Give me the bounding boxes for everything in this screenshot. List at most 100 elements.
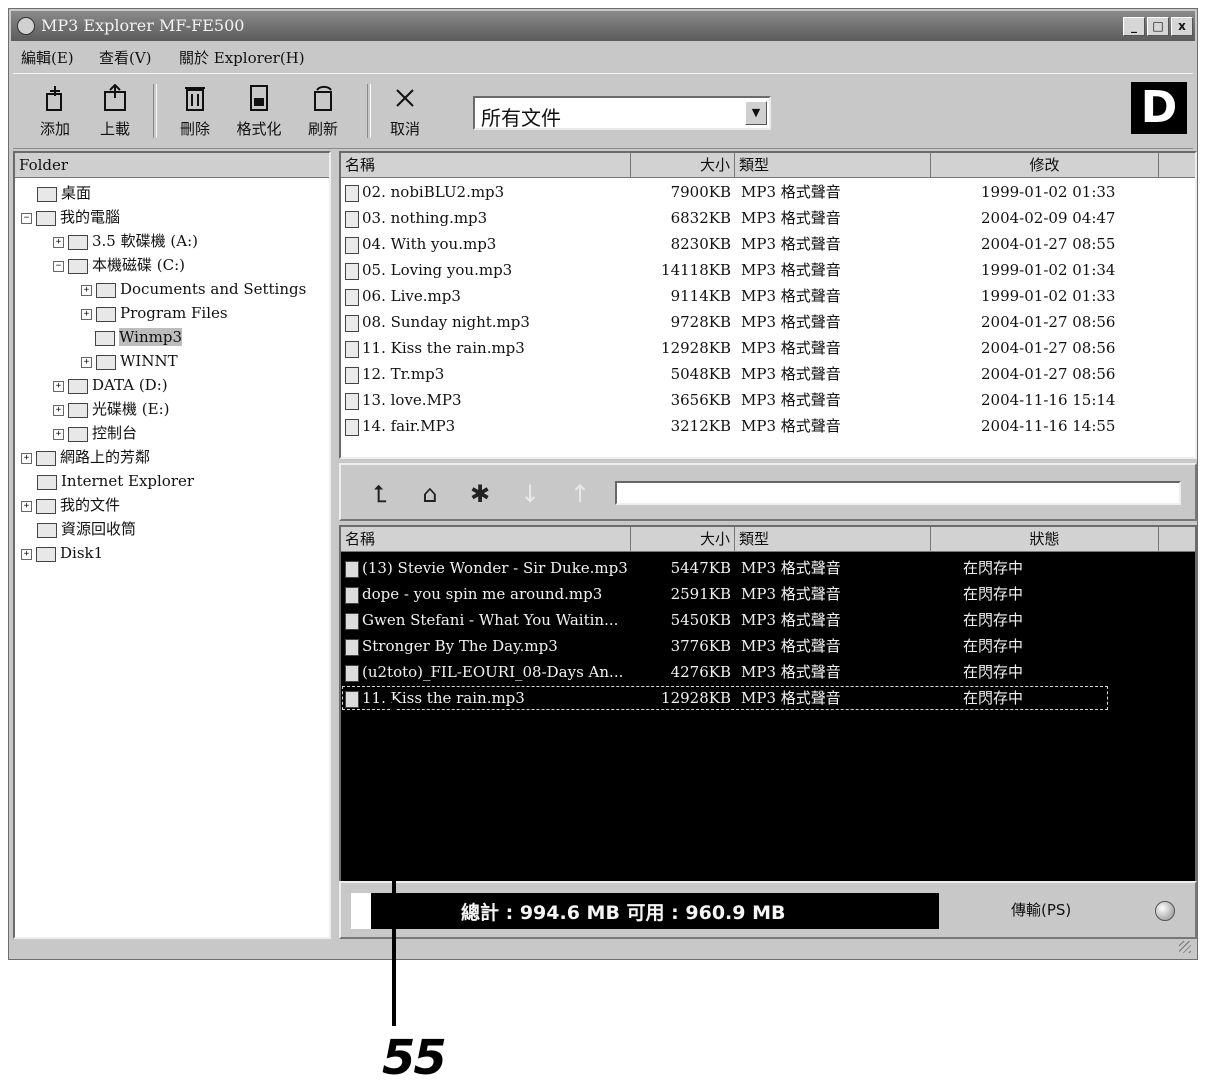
- table-row[interactable]: 14. fair.MP3 3212KB MP3 格式聲音 2004-11-16 14:…: [341, 413, 1195, 439]
- tree-node-winnt[interactable]: + WINNT: [81, 349, 178, 373]
- file-name-cell: 12. Tr.mp3: [345, 361, 444, 387]
- expand-toggle[interactable]: +: [21, 500, 32, 512]
- col-type-header[interactable]: 類型: [735, 527, 931, 551]
- status-bar: 總計 : 994.6 MB 可用 : 960.9 MB 傳輸(PS): [339, 881, 1197, 939]
- file-name-cell: (u2toto)_FIL-EOURI_08-Days An...: [345, 659, 623, 685]
- col-name-header[interactable]: 名稱: [341, 527, 631, 551]
- cancel-icon: [396, 89, 414, 107]
- collapse-toggle[interactable]: −: [53, 260, 64, 272]
- table-row[interactable]: 03. nothing.mp3 6832KB MP3 格式聲音 2004-02-09 …: [341, 205, 1195, 231]
- file-name-cell: Stronger By The Day.mp3: [345, 633, 558, 659]
- transfer-button[interactable]: 傳輸(PS): [1011, 899, 1071, 920]
- close-button[interactable]: x: [1171, 17, 1193, 36]
- tree-node-recycle-bin[interactable]: 資源回收筒: [37, 517, 136, 541]
- tree-node-control-panel[interactable]: + 控制台: [53, 421, 137, 445]
- music-file-icon: [345, 184, 359, 202]
- music-file-icon: [345, 664, 359, 682]
- up-folder-icon[interactable]: ⮤: [363, 479, 397, 509]
- tree-node-winmp3[interactable]: Winmp3: [95, 325, 182, 349]
- file-date-cell: 2004-11-16 15:14: [981, 391, 1116, 409]
- tree-node-disk1[interactable]: + Disk1: [21, 541, 103, 565]
- expand-toggle[interactable]: +: [81, 284, 92, 296]
- file-name-cell: 13. love.MP3: [345, 387, 462, 413]
- col-status-header[interactable]: 狀態: [931, 527, 1159, 551]
- collapse-toggle[interactable]: −: [21, 212, 32, 224]
- expand-toggle[interactable]: +: [21, 548, 32, 560]
- tree-node-floppy[interactable]: +3.5 軟碟機 (A:): [53, 229, 198, 253]
- minimize-button[interactable]: _: [1123, 17, 1145, 36]
- refresh-button[interactable]: 刷新: [295, 80, 351, 142]
- expand-toggle[interactable]: +: [53, 404, 64, 416]
- tree-node-my-documents[interactable]: + 我的文件: [21, 493, 120, 517]
- table-row[interactable]: Stronger By The Day.mp3 3776KB MP3 格式聲音 在閃存…: [341, 633, 1195, 659]
- delete-icon: [185, 87, 205, 111]
- tree-node-drive-c[interactable]: − 本機磁碟 (C:): [53, 253, 185, 277]
- table-row[interactable]: (13) Stevie Wonder - Sir Duke.mp3 5447KB M…: [341, 555, 1195, 581]
- format-button[interactable]: 格式化: [231, 80, 287, 142]
- col-name-header[interactable]: 名稱: [341, 153, 631, 177]
- file-date-cell: 2004-01-27 08:56: [981, 365, 1116, 383]
- table-row[interactable]: 04. With you.mp3 8230KB MP3 格式聲音 2004-01-27…: [341, 231, 1195, 257]
- col-type-header[interactable]: 類型: [735, 153, 931, 177]
- file-filter-select[interactable]: 所有文件 ▼: [473, 96, 771, 130]
- menu-edit[interactable]: 編輯(E): [21, 47, 74, 68]
- tree-node-cdrom[interactable]: + 光碟機 (E:): [53, 397, 169, 421]
- table-row[interactable]: Gwen Stefani - What You Waitin... 5450KB M…: [341, 607, 1195, 633]
- table-row[interactable]: (u2toto)_FIL-EOURI_08-Days An... 4276KB MP…: [341, 659, 1195, 685]
- file-size-cell: 3776KB: [670, 637, 731, 655]
- tree-node-internet-explorer[interactable]: Internet Explorer: [37, 469, 194, 493]
- col-size-header[interactable]: 大小: [631, 527, 735, 551]
- file-name-cell: 14. fair.MP3: [345, 413, 455, 439]
- file-type-cell: MP3 格式聲音: [741, 559, 841, 577]
- format-icon: [250, 85, 268, 111]
- hard-drive-icon: [68, 378, 88, 394]
- file-size-cell: 7900KB: [670, 183, 731, 201]
- table-row[interactable]: 06. Live.mp3 9114KB MP3 格式聲音 1999-01-02 01:…: [341, 283, 1195, 309]
- expand-toggle[interactable]: +: [21, 452, 32, 464]
- callout-line: [392, 700, 396, 1026]
- table-row[interactable]: 13. love.MP3 3656KB MP3 格式聲音 2004-11-16 15:…: [341, 387, 1195, 413]
- file-size-cell: 12928KB: [661, 689, 731, 707]
- title-bar[interactable]: MP3 Explorer MF-FE500 _ □ x: [11, 11, 1195, 41]
- cancel-button[interactable]: 取消: [377, 80, 433, 142]
- tree-node-label: 我的文件: [60, 496, 121, 514]
- col-size-header[interactable]: 大小: [631, 153, 735, 177]
- chevron-down-icon[interactable]: ▼: [745, 101, 767, 125]
- table-row[interactable]: 12. Tr.mp3 5048KB MP3 格式聲音 2004-01-27 08:56: [341, 361, 1195, 387]
- menu-about[interactable]: 關於 Explorer(H): [179, 47, 305, 68]
- maximize-button[interactable]: □: [1147, 17, 1169, 36]
- upload-button[interactable]: 上載: [87, 80, 143, 142]
- tree-node-my-computer[interactable]: − 我的電腦: [21, 205, 120, 229]
- globe-icon: [37, 474, 57, 490]
- device-path-input[interactable]: [615, 481, 1181, 505]
- table-row[interactable]: 08. Sunday night.mp3 9728KB MP3 格式聲音 2004-0…: [341, 309, 1195, 335]
- expand-toggle[interactable]: +: [81, 308, 92, 320]
- table-row[interactable]: 02. nobiBLU2.mp3 7900KB MP3 格式聲音 1999-01-02…: [341, 179, 1195, 205]
- tree-node-network[interactable]: + 網路上的芳鄰: [21, 445, 150, 469]
- file-name-cell: (13) Stevie Wonder - Sir Duke.mp3: [345, 555, 628, 581]
- control-panel-icon: [68, 426, 88, 442]
- expand-toggle[interactable]: +: [53, 380, 64, 392]
- add-button[interactable]: 添加: [27, 80, 83, 142]
- expand-toggle[interactable]: +: [53, 428, 64, 440]
- resize-grip-icon[interactable]: [1179, 941, 1191, 953]
- home-icon[interactable]: ⌂: [413, 479, 447, 509]
- table-row[interactable]: dope - you spin me around.mp3 2591KB MP3 格…: [341, 581, 1195, 607]
- tree-node-desktop[interactable]: 桌面: [37, 181, 91, 205]
- table-row[interactable]: 05. Loving you.mp3 14118KB MP3 格式聲音 1999-01…: [341, 257, 1195, 283]
- expand-toggle[interactable]: +: [81, 356, 92, 368]
- tree-node-program-files[interactable]: + Program Files: [81, 301, 228, 325]
- expand-toggle[interactable]: +: [53, 236, 64, 248]
- menu-view[interactable]: 查看(V): [99, 47, 152, 68]
- tree-node-drive-d[interactable]: + DATA (D:): [53, 373, 168, 397]
- table-row[interactable]: 11. Kiss the rain.mp3 12928KB MP3 格式聲音 2004…: [341, 335, 1195, 361]
- delete-button[interactable]: 刪除: [167, 80, 223, 142]
- tree-node-documents[interactable]: + Documents and Settings: [81, 277, 306, 301]
- new-folder-icon[interactable]: ✱: [463, 479, 497, 509]
- folder-icon: [96, 354, 116, 370]
- status-led-icon: [1155, 901, 1175, 921]
- file-name-cell: 03. nothing.mp3: [345, 205, 487, 231]
- table-row[interactable]: 11. Kiss the rain.mp3 12928KB MP3 格式聲音 在閃存中: [341, 685, 1109, 711]
- col-date-header[interactable]: 修改: [931, 153, 1159, 177]
- desktop-icon: [37, 186, 57, 202]
